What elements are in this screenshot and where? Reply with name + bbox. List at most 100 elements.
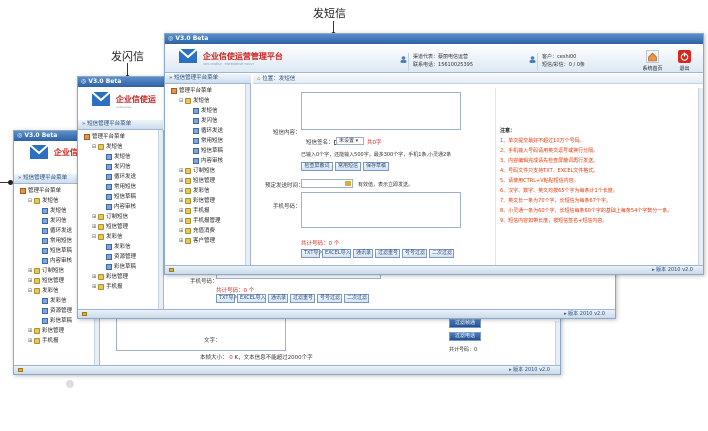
leaf-icon — [106, 174, 112, 180]
import-button[interactable]: 号号过滤 — [402, 249, 427, 258]
import-button[interactable]: 通讯录 — [268, 294, 288, 303]
note-item: 8、小灵通一条为60个字，长短信每条60个字的基础上每条54个字数分一条。 — [500, 208, 673, 214]
menu-item[interactable]: 短信草稿 — [84, 192, 136, 202]
menu-item[interactable]: 循环发送 — [84, 172, 136, 182]
menu-item[interactable]: ⊞ 手机报 — [84, 282, 136, 292]
calendar-icon[interactable] — [345, 181, 351, 186]
envelope-logo-icon — [30, 145, 48, 159]
menu-item[interactable]: ⊞ 彩信管理 — [20, 326, 72, 336]
menu-item[interactable]: ⊞ 彩信管理 — [84, 272, 136, 282]
folder-icon — [169, 268, 174, 272]
menu-item[interactable]: ⊟ 发短信 — [20, 196, 72, 206]
menu-item[interactable]: 循环发送 — [20, 226, 72, 236]
menu-item[interactable]: ⊞ 订制短信 — [20, 266, 72, 276]
sign-select[interactable]: 未设置 ▾ — [336, 137, 364, 145]
sms-content-input[interactable] — [301, 92, 461, 130]
menu-item[interactable]: ⊞ 短信管理 — [20, 276, 72, 286]
window-titlebar: ◎ V3.0 Beta — [165, 34, 703, 44]
import-button[interactable]: 过滤重号 — [290, 294, 315, 303]
version-label: V3.0 Beta — [24, 132, 58, 139]
content-scrollbar[interactable] — [698, 88, 703, 266]
common-sms-button[interactable]: 常用短信 — [335, 162, 361, 171]
exit-button[interactable]: 退出 — [671, 50, 698, 72]
menu-item[interactable]: ⊞ 订制短信 — [171, 166, 223, 176]
menu-item-label: 管理平台菜单 — [179, 88, 213, 94]
import-button[interactable]: TXT导入 — [216, 294, 238, 303]
menu-item[interactable]: ⊞ 手机报 — [171, 206, 223, 216]
menu-item[interactable]: 资源管理 — [84, 252, 136, 262]
menu-item[interactable]: ⊞ 订制短信 — [84, 212, 136, 222]
menu-item[interactable]: 管理平台菜单 — [20, 186, 72, 196]
menu-item[interactable]: 常用短信 — [20, 236, 72, 246]
menu-item[interactable]: ⊟ 发彩信 — [84, 232, 136, 242]
menu-item[interactable]: ⊟ 发短信 — [171, 96, 223, 106]
menu-item[interactable]: 资源管理 — [20, 306, 72, 316]
menu-item[interactable]: 短信草稿 — [20, 246, 72, 256]
menu-item[interactable]: ⊞ 彩信管理 — [171, 196, 223, 206]
menu-item-label: 常用短信 — [201, 138, 224, 144]
import-button[interactable]: 二次过滤 — [429, 249, 454, 258]
menu-item-label: 订制短信 — [193, 168, 216, 174]
schedule-time-input[interactable] — [301, 179, 353, 188]
menu-item[interactable]: 发短信 — [171, 106, 223, 116]
menu-item[interactable]: 发短信 — [84, 152, 136, 162]
menu-item[interactable]: ⊞ 客户管理 — [171, 236, 223, 246]
menu-item-label: 发闪信 — [50, 218, 67, 224]
sidebar-scrollbar[interactable] — [158, 130, 163, 311]
menu-item[interactable]: 常用短信 — [84, 182, 136, 192]
filter-button-2[interactable]: 过滤电话 — [449, 332, 481, 341]
menu-item[interactable]: 常用短信 — [171, 136, 223, 146]
menu-item[interactable]: ⊞ 发彩信 — [171, 186, 223, 196]
menu-item-label: 发短信 — [106, 144, 123, 150]
menu-item[interactable]: 发彩信 — [84, 242, 136, 252]
leaf-icon — [106, 244, 112, 250]
content-scrollbar[interactable] — [555, 321, 560, 367]
sidebar-scrollbar[interactable] — [245, 84, 250, 266]
check-words-button[interactable]: 检查屏蔽词 — [301, 162, 333, 171]
menu-item[interactable]: ⊞ 手机报管理 — [171, 216, 223, 226]
filter-button-1[interactable]: 过滤帧通 — [449, 319, 481, 328]
menu-item[interactable]: 彩信草稿 — [84, 262, 136, 272]
timer-hint: 有效值，表示立即发送。 — [358, 182, 414, 188]
import-button[interactable]: EXCEL导入 — [322, 249, 351, 258]
menu-item[interactable]: ⊞ 手机报 — [20, 336, 72, 346]
menu-item[interactable]: 发闪信 — [20, 216, 72, 226]
import-button[interactable]: 号号过滤 — [317, 294, 342, 303]
import-button[interactable]: 过滤重号 — [375, 249, 400, 258]
menu-item[interactable]: ⊟ 发彩信 — [20, 286, 72, 296]
menu-item[interactable]: 内容审核 — [20, 256, 72, 266]
total-count: 共计号码：0 个 — [301, 241, 340, 247]
menu-item[interactable]: 内容审核 — [171, 156, 223, 166]
leaf-icon — [193, 148, 199, 154]
save-draft-button[interactable]: 保存草稿 — [363, 162, 389, 171]
menu-item[interactable]: ⊞ 短信管理 — [171, 176, 223, 186]
menu-item[interactable]: ⊞ 充值消费 — [171, 226, 223, 236]
menu-item[interactable]: 发闪信 — [84, 162, 136, 172]
menu-item[interactable]: 管理平台菜单 — [84, 132, 136, 142]
import-button[interactable]: TXT导入 — [301, 249, 323, 258]
menu-item[interactable]: 短信草稿 — [171, 146, 223, 156]
menu-item[interactable]: 发彩信 — [20, 296, 72, 306]
menu-item[interactable]: 循环发送 — [171, 126, 223, 136]
menu-item[interactable]: 管理平台菜单 — [171, 86, 223, 96]
mms-content-area[interactable] — [116, 316, 286, 351]
menu-item-label: 彩信草稿 — [114, 264, 137, 270]
phone-numbers-input[interactable] — [301, 192, 461, 228]
menu-item[interactable]: ⊞ 短信管理 — [84, 222, 136, 232]
menu-item-label: 彩信管理 — [193, 198, 216, 204]
import-button[interactable]: 二次过滤 — [344, 294, 369, 303]
leaf-icon — [193, 108, 199, 114]
menu-item[interactable]: 内容审核 — [84, 202, 136, 212]
menu-item[interactable]: ⊟ 发短信 — [84, 142, 136, 152]
app-header: 企业信使运营管理平台 SMS MOBILE · ENTERPRISE TRUST… — [165, 44, 703, 73]
menu-item[interactable]: 发闪信 — [171, 116, 223, 126]
import-button[interactable]: 通讯录 — [353, 249, 373, 258]
menu-item[interactable]: 发短信 — [20, 206, 72, 216]
leaf-icon — [106, 194, 112, 200]
folder-icon — [185, 198, 191, 204]
menu-item[interactable]: 彩信草稿 — [20, 316, 72, 326]
home-button[interactable]: 系统首页 — [639, 50, 666, 72]
sidebar: 管理平台菜单 ⊟ 发短信 发短信 发闪信 循环发送 常用短信 短信草稿 内容审核 ⊞ 订制短信 ⊞ 短信… — [78, 130, 164, 311]
import-button[interactable]: EXCEL导入 — [237, 294, 266, 303]
leaf-icon — [106, 164, 112, 170]
